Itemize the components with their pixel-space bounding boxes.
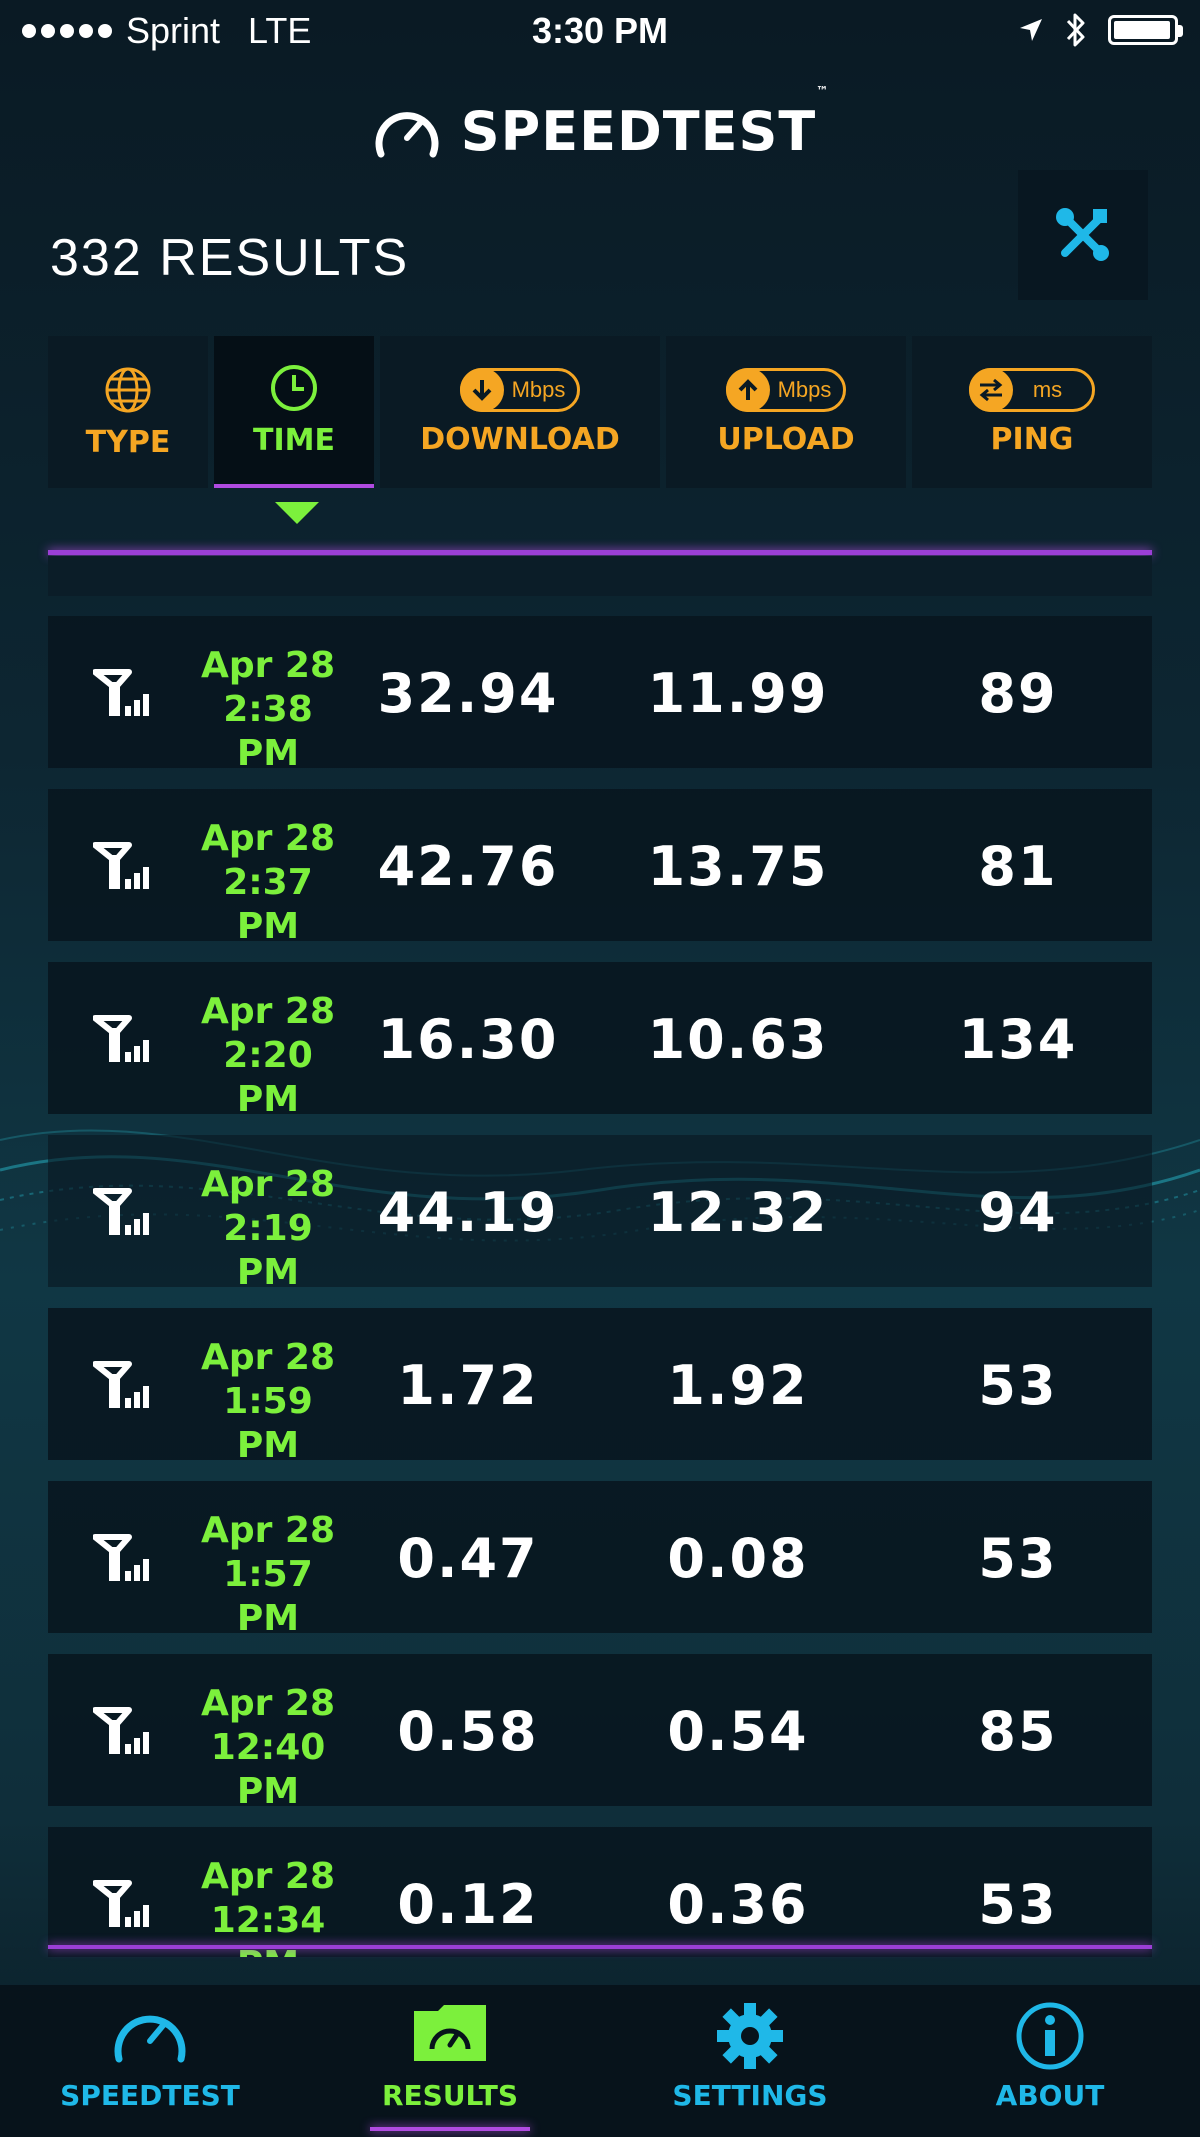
results-folder-icon — [414, 2005, 486, 2061]
column-upload-label: UPLOAD — [717, 421, 855, 457]
download-unit-pill: Mbps — [459, 367, 581, 412]
globe-icon — [105, 367, 151, 412]
download-speed: 32.94 — [377, 662, 559, 725]
tools-icon — [1056, 208, 1109, 261]
result-timestamp: Apr 28 12:40 PM — [200, 1683, 335, 1812]
ping-value: 94 — [978, 1181, 1058, 1244]
result-row[interactable]: Apr 28 2:19 PM 44.19 12.32 94 — [48, 1135, 1152, 1293]
cellular-signal-icon — [93, 1880, 149, 1927]
list-top-strip — [48, 556, 1152, 596]
cellular-signal-icon — [93, 1188, 149, 1235]
result-timestamp: Apr 28 2:37 PM — [200, 818, 335, 947]
bottom-tab-bar: SPEEDTEST RESULTS SETTINGS ABOUT — [0, 1985, 1200, 2137]
info-icon — [1016, 2002, 1084, 2070]
tab-about[interactable]: ABOUT — [900, 1985, 1200, 2137]
speedometer-icon — [114, 2015, 186, 2063]
ping-unit-pill: ms — [968, 367, 1096, 412]
upload-speed: 12.32 — [647, 1181, 829, 1244]
ping-value: 53 — [978, 1527, 1058, 1590]
ping-value: 81 — [978, 835, 1058, 898]
result-row[interactable]: Apr 28 2:37 PM 42.76 13.75 81 — [48, 789, 1152, 947]
upload-unit-pill: Mbps — [725, 367, 847, 412]
status-bar: Sprint LTE 3:30 PM — [0, 0, 1200, 66]
results-count: 332 RESULTS — [50, 229, 410, 287]
column-ping-label: PING — [990, 421, 1074, 457]
gear-icon — [717, 2003, 783, 2069]
cellular-signal-icon — [93, 669, 149, 716]
cellular-signal-icon — [93, 1361, 149, 1408]
upload-speed: 10.63 — [647, 1008, 829, 1071]
column-type-label: TYPE — [85, 424, 171, 460]
download-speed: 0.12 — [397, 1873, 539, 1936]
ping-value: 53 — [978, 1354, 1058, 1417]
download-speed: 42.76 — [377, 835, 559, 898]
upload-speed: 1.92 — [667, 1354, 809, 1417]
upload-speed: 13.75 — [647, 835, 829, 898]
location-arrow-icon — [1020, 19, 1042, 41]
tools-button[interactable] — [1018, 170, 1148, 300]
column-download-label: DOWNLOAD — [420, 421, 620, 457]
ping-value: 134 — [958, 1008, 1078, 1071]
speedometer-logo-icon — [375, 111, 439, 157]
list-bottom-divider — [48, 1945, 1152, 1949]
result-timestamp: Apr 2812:34 PM — [200, 1856, 335, 1957]
result-row[interactable]: Apr 28 1:59 PM 1.72 1.92 53 — [48, 1308, 1152, 1466]
download-speed: 16.30 — [377, 1008, 559, 1071]
column-download[interactable]: Mbps DOWNLOAD — [380, 336, 660, 488]
download-icon — [472, 379, 492, 401]
tab-speedtest-label: SPEEDTEST — [60, 2079, 240, 2112]
tab-results[interactable]: RESULTS — [300, 1985, 600, 2137]
column-time-label: TIME — [253, 422, 335, 458]
tab-settings[interactable]: SETTINGS — [600, 1985, 900, 2137]
upload-speed: 0.08 — [667, 1527, 809, 1590]
cellular-signal-icon — [93, 1015, 149, 1062]
tab-about-label: ABOUT — [995, 2079, 1105, 2112]
column-type[interactable]: TYPE — [48, 336, 208, 488]
tab-speedtest[interactable]: SPEEDTEST — [0, 1985, 300, 2137]
bluetooth-icon — [1066, 13, 1085, 47]
clock-icon — [271, 364, 317, 411]
column-upload[interactable]: Mbps UPLOAD — [666, 336, 906, 488]
download-speed: 0.47 — [397, 1527, 539, 1590]
ping-value: 89 — [978, 662, 1058, 725]
download-speed: 0.58 — [397, 1700, 539, 1763]
result-row[interactable]: Apr 28 2:38 PM 32.94 11.99 89 — [48, 616, 1152, 774]
cellular-signal-icon — [93, 1707, 149, 1754]
cellular-signal-icon — [93, 842, 149, 889]
result-timestamp: Apr 28 2:20 PM — [200, 991, 335, 1120]
result-row[interactable]: Apr 28 12:40 PM 0.58 0.54 85 — [48, 1654, 1152, 1812]
results-table-header: TYPE TIME Mbps DOWNLOAD Mbps UPLOAD ms P… — [48, 336, 1152, 488]
download-speed: 1.72 — [397, 1354, 539, 1417]
upload-speed: 11.99 — [647, 662, 829, 725]
result-timestamp: Apr 28 1:57 PM — [200, 1510, 335, 1639]
header-divider — [48, 550, 1152, 555]
column-time[interactable]: TIME — [214, 336, 374, 488]
result-row[interactable]: Apr 28 1:57 PM 0.47 0.08 53 — [48, 1481, 1152, 1639]
ping-value: 85 — [978, 1700, 1058, 1763]
result-timestamp: Apr 28 2:38 PM — [200, 645, 335, 774]
ping-value: 53 — [978, 1873, 1058, 1936]
battery-icon — [1108, 15, 1183, 45]
sort-descending-icon — [275, 502, 319, 524]
download-speed: 44.19 — [377, 1181, 559, 1244]
upload-speed: 0.54 — [667, 1700, 809, 1763]
result-timestamp: Apr 28 2:19 PM — [200, 1164, 335, 1293]
column-ping[interactable]: ms PING — [912, 336, 1152, 488]
cellular-signal-icon — [93, 1534, 149, 1581]
result-timestamp: Apr 28 1:59 PM — [200, 1337, 335, 1466]
tab-settings-label: SETTINGS — [672, 2079, 828, 2112]
app-title: SPEEDTEST™ — [460, 84, 830, 163]
result-row[interactable]: Apr 28 2:20 PM 16.30 10.63 134 — [48, 962, 1152, 1120]
app-logo: SPEEDTEST™ — [0, 84, 1200, 163]
upload-speed: 0.36 — [667, 1873, 809, 1936]
ping-icon — [979, 378, 1003, 401]
result-row[interactable]: Apr 2812:34 PM 0.12 0.36 53 — [48, 1827, 1152, 1957]
tab-results-label: RESULTS — [381, 2079, 519, 2112]
upload-icon — [738, 378, 758, 400]
